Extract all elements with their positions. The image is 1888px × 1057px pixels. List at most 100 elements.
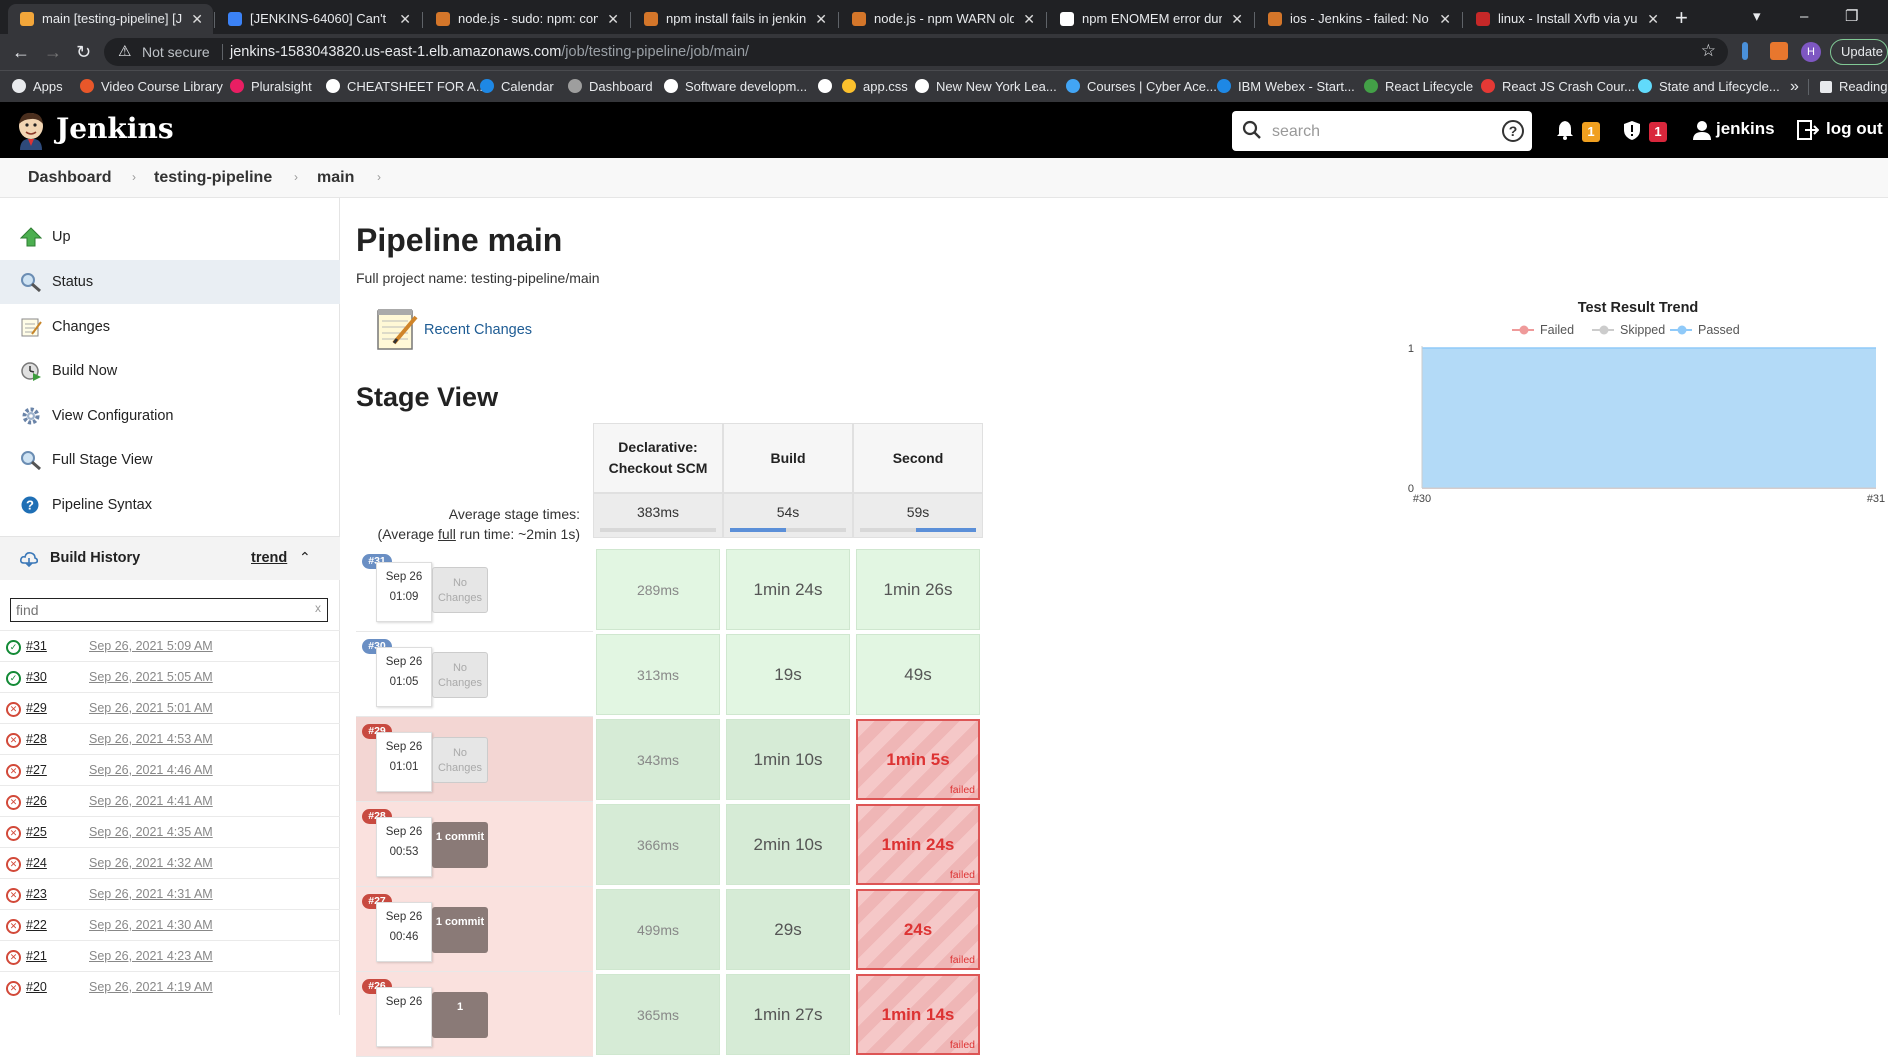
notifications-badge[interactable]: 1 [1582,122,1600,142]
build-number-link[interactable]: #20 [26,980,47,994]
build-row[interactable]: ✓ #31 Sep 26, 2021 5:09 AM [0,630,340,661]
forward-icon[interactable]: → [44,42,62,62]
username-link[interactable]: jenkins [1716,119,1775,139]
build-date-link[interactable]: Sep 26, 2021 4:35 AM [89,825,213,839]
build-number-link[interactable]: #31 [26,639,47,653]
bookmark-star-icon[interactable]: ☆ [1701,41,1716,61]
stage-cell[interactable]: 1min 10s [726,719,850,800]
browser-tab[interactable]: [JENKINS-64060] Can't clon ✕ [216,4,421,34]
build-row[interactable]: ✕ #29 Sep 26, 2021 5:01 AM [0,692,340,723]
build-row[interactable]: ✓ #30 Sep 26, 2021 5:05 AM [0,661,340,692]
build-row[interactable]: ✕ #23 Sep 26, 2021 4:31 AM [0,878,340,909]
url-omnibox[interactable]: ⚠ Not secure jenkins-1583043820.us-east-… [104,38,1728,66]
tab-close-icon[interactable]: ✕ [399,4,411,34]
jenkins-logo-icon[interactable] [14,110,48,150]
stage-cell[interactable]: 499ms [596,889,720,970]
stage-cell[interactable]: 343ms [596,719,720,800]
bookmark-item[interactable]: Courses | Cyber Ace... [1066,71,1217,103]
tab-close-icon[interactable]: ✕ [1231,4,1243,34]
sidebar-item-build-now[interactable]: Build Now [0,349,340,393]
security-badge[interactable]: 1 [1649,122,1667,142]
bookmark-item[interactable]: IBM Webex - Start... [1217,71,1355,103]
sidebar-item-up[interactable]: Up [0,215,340,259]
browser-tab[interactable]: npm ENOMEM error during ✕ [1048,4,1253,34]
sidebar-item-status[interactable]: Status [0,260,340,304]
build-number-link[interactable]: #21 [26,949,47,963]
notepad-icon[interactable] [374,305,418,351]
build-row[interactable]: ✕ #27 Sep 26, 2021 4:46 AM [0,754,340,785]
breadcrumb-main[interactable]: main [317,169,354,187]
browser-tab[interactable]: npm install fails in jenkins p ✕ [632,4,837,34]
stage-cell[interactable]: 29s [726,889,850,970]
breadcrumb-testing-pipeline[interactable]: testing-pipeline [154,169,272,187]
stage-cell[interactable]: 313ms [596,634,720,715]
browser-tab[interactable]: node.js - sudo: npm: comm ✕ [424,4,629,34]
bookmark-item[interactable]: React Lifecycle [1364,71,1473,103]
build-number-link[interactable]: #23 [26,887,47,901]
browser-tab[interactable]: main [testing-pipeline] [Jenk ✕ [8,4,213,34]
build-date-link[interactable]: Sep 26, 2021 4:19 AM [89,980,213,994]
collapse-chevron-icon[interactable]: ⌃ [299,549,311,566]
sidebar-item-pipeline-syntax[interactable]: ? Pipeline Syntax [0,483,340,527]
stage-cell[interactable]: 289ms [596,549,720,630]
commit-count-badge[interactable]: 1 [432,992,488,1038]
bookmark-item[interactable]: React JS Crash Cour... [1481,71,1635,103]
build-date-link[interactable]: Sep 26, 2021 4:23 AM [89,949,213,963]
sidebar-item-changes[interactable]: Changes [0,305,340,349]
maximize-icon[interactable]: ❐ [1845,4,1858,30]
search-input[interactable] [1272,121,1472,143]
build-row[interactable]: ✕ #20 Sep 26, 2021 4:19 AM [0,971,340,1002]
build-date-link[interactable]: Sep 26, 2021 4:30 AM [89,918,213,932]
build-number-link[interactable]: #22 [26,918,47,932]
build-number-link[interactable]: #26 [26,794,47,808]
breadcrumb-separator-icon[interactable]: › [294,170,298,184]
build-date-link[interactable]: Sep 26, 2021 4:32 AM [89,856,213,870]
build-row[interactable]: ✕ #21 Sep 26, 2021 4:23 AM [0,940,340,971]
reading-list-button[interactable]: Reading [1820,71,1887,103]
stage-cell[interactable]: 19s [726,634,850,715]
build-number-link[interactable]: #27 [26,763,47,777]
more-bookmarks-icon[interactable]: » [1790,71,1799,103]
bookmark-item[interactable]: Pluralsight [230,71,312,103]
tab-close-icon[interactable]: ✕ [1023,4,1035,34]
build-date-link[interactable]: Sep 26, 2021 5:01 AM [89,701,213,715]
build-row[interactable]: ✕ #24 Sep 26, 2021 4:32 AM [0,847,340,878]
bookmark-item[interactable]: Software developm... [664,71,807,103]
stage-cell[interactable]: 49s [856,634,980,715]
back-icon[interactable]: ← [12,42,30,62]
reload-icon[interactable]: ↻ [76,42,91,62]
extension-icon[interactable] [1742,42,1748,60]
tab-close-icon[interactable]: ✕ [607,4,619,34]
build-date-link[interactable]: Sep 26, 2021 4:53 AM [89,732,213,746]
stage-cell[interactable]: 1min 24s failed [856,804,980,885]
build-row[interactable]: ✕ #26 Sep 26, 2021 4:41 AM [0,785,340,816]
no-changes-badge[interactable]: No Changes [432,652,488,698]
build-number-link[interactable]: #28 [26,732,47,746]
find-build-input[interactable] [10,598,328,622]
breadcrumb-separator-icon[interactable]: › [132,170,136,184]
breadcrumb-dashboard[interactable]: Dashboard [28,169,112,187]
bell-icon[interactable] [1556,120,1574,140]
browser-tab[interactable]: ios - Jenkins - failed: No te ✕ [1256,4,1461,34]
stage-cell[interactable]: 366ms [596,804,720,885]
jenkins-brand-title[interactable]: Jenkins [56,112,174,145]
build-number-link[interactable]: #29 [26,701,47,715]
stage-cell[interactable]: 24s failed [856,889,980,970]
commit-count-badge[interactable]: 1 commit [432,907,488,953]
bookmark-item[interactable]: State and Lifecycle... [1638,71,1780,103]
stage-cell[interactable]: 1min 26s [856,549,980,630]
sidebar-item-view-configuration[interactable]: View Configuration [0,394,340,438]
bookmark-item[interactable]: CHEATSHEET FOR A... [326,71,487,103]
build-number-link[interactable]: #24 [26,856,47,870]
build-date-link[interactable]: Sep 26, 2021 4:41 AM [89,794,213,808]
no-changes-badge[interactable]: No Changes [432,737,488,783]
bookmark-item[interactable]: Video Course Library [80,71,223,103]
build-date-link[interactable]: Sep 26, 2021 4:31 AM [89,887,213,901]
bookmark-item[interactable]: Calendar [480,71,554,103]
no-changes-badge[interactable]: No Changes [432,567,488,613]
tab-close-icon[interactable]: ✕ [815,4,827,34]
build-date-link[interactable]: Sep 26, 2021 5:05 AM [89,670,213,684]
bookmark-item[interactable] [818,71,839,103]
sidebar-item-full-stage-view[interactable]: Full Stage View [0,438,340,482]
recent-changes-link[interactable]: Recent Changes [424,322,532,338]
